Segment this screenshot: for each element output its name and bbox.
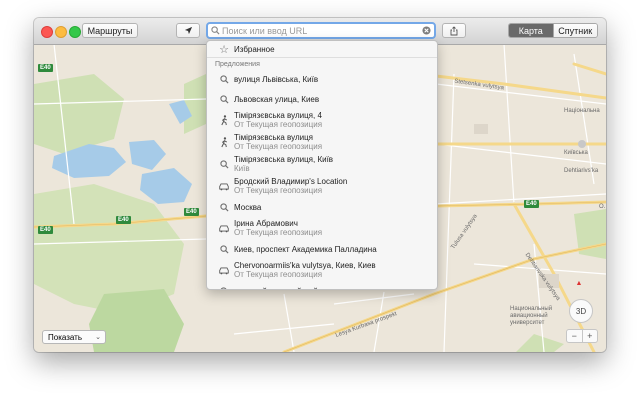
chevron-down-icon: ⌄ (95, 334, 101, 341)
search-icon (217, 157, 231, 171)
suggestion-item[interactable]: вулиця Львівська, Київ (207, 70, 437, 88)
road-shield-e40-4: E40 (524, 200, 539, 208)
road-shield-e40-3: E40 (184, 208, 199, 216)
search-icon (211, 26, 220, 35)
suggestion-subtitle: От Текущая геопозиция (234, 228, 323, 237)
car-icon (217, 221, 231, 235)
show-dropdown-label: Показать (48, 333, 83, 342)
minimize-button[interactable] (55, 26, 67, 38)
suggestion-subtitle: От Текущая геопозиция (234, 270, 323, 279)
share-button[interactable] (442, 23, 466, 38)
road-shield-e40-1: E40 (38, 226, 53, 234)
view-map-button[interactable]: Карта (509, 24, 553, 37)
walk-icon (217, 113, 231, 127)
road-shield-e40-2: E40 (116, 216, 131, 224)
suggestion-subtitle: От Текущая геопозиция (234, 142, 323, 151)
show-dropdown[interactable]: Показать ⌄ (42, 330, 106, 344)
suggestion-title: киевский олимпийский стадион (234, 287, 350, 289)
suggestion-title: вулиця Львівська, Київ (234, 75, 319, 84)
location-arrow-icon (184, 26, 192, 35)
zoom-control: − + (566, 329, 598, 343)
star-icon: ☆ (219, 43, 229, 56)
suggestion-item[interactable]: Москва (207, 198, 437, 216)
suggestion-item[interactable]: Киев, проспект Академика Палладина (207, 240, 437, 258)
search-icon (217, 72, 231, 86)
suggestions-header: Предложения (215, 61, 260, 68)
suggestion-subtitle: От Текущая геопозиция (234, 120, 323, 129)
search-icon (217, 200, 231, 214)
car-icon (217, 263, 231, 277)
zoom-in-button[interactable]: + (583, 330, 598, 342)
suggestion-item[interactable]: Тімірязєвська вулиця, 4 От Текущая геопоз… (207, 110, 437, 130)
search-icon (217, 242, 231, 256)
suggestion-item[interactable]: Тімірязєвська вулиця, Київ Київ (207, 154, 437, 174)
suggestion-item[interactable]: Chervonoarmiis'ka vulytsya, Киев, Киев От… (207, 260, 437, 280)
poi-label-dehtiarivska: Dehtiarivs'ka (564, 168, 599, 174)
suggestion-title: Тімірязєвська вулиця (234, 133, 314, 142)
poi-label-kyivska: Київська (564, 150, 588, 156)
search-input[interactable] (222, 24, 418, 37)
suggestion-title: Бродский Владимир's Location (234, 177, 348, 186)
suggestion-item[interactable]: Ірина Абрамович От Текущая геопозиция (207, 218, 437, 238)
zoom-out-button[interactable]: − (567, 330, 583, 342)
suggestion-title: Москва (234, 203, 262, 212)
search-field[interactable] (206, 22, 436, 39)
maps-window: E40 E40 E40 E40 E40 E40 Stetsenka vulyts… (34, 18, 606, 352)
suggestion-title: Тімірязєвська вулиця, Київ (234, 155, 334, 164)
search-icon (217, 92, 231, 106)
poi-label-na: Національна (564, 108, 600, 114)
close-button[interactable] (41, 26, 53, 38)
poi-label-o: О. (599, 204, 606, 210)
suggestion-subtitle: От Текущая геопозиция (234, 186, 323, 195)
directions-button[interactable]: Маршруты (82, 23, 138, 38)
zoom-button[interactable] (69, 26, 81, 38)
search-icon (217, 284, 231, 289)
clear-icon[interactable] (422, 26, 431, 35)
suggestion-item[interactable]: Львовская улица, Киев (207, 90, 437, 108)
current-location-button[interactable] (176, 23, 200, 38)
suggestion-subtitle: Київ (234, 164, 250, 173)
suggestion-item[interactable]: Бродский Владимир's Location От Текущая г… (207, 176, 437, 196)
walk-icon (217, 135, 231, 149)
share-icon (450, 25, 458, 35)
poi-label-university: Национальный авиационный университет (510, 306, 553, 326)
suggestion-item[interactable]: Тімірязєвська вулиця От Текущая геопозици… (207, 132, 437, 152)
search-suggestions-dropdown: ☆ Избранное Предложения вулиця Львівська… (206, 40, 438, 290)
three-d-button[interactable]: 3D (569, 299, 593, 323)
suggestion-item[interactable]: киевский олимпийский стадион (207, 282, 437, 289)
suggestion-title: Львовская улица, Киев (234, 95, 320, 104)
view-mode-segmented-control: Карта Спутник (508, 23, 598, 38)
three-d-label: 3D (575, 307, 587, 316)
compass-icon[interactable]: ▲ (575, 280, 583, 290)
favorites-row[interactable]: ☆ Избранное (207, 41, 437, 58)
suggestion-title: Chervonoarmiis'ka vulytsya, Киев, Киев (234, 261, 376, 270)
view-satellite-button[interactable]: Спутник (552, 24, 597, 37)
favorites-label: Избранное (234, 45, 275, 54)
road-shield-e40-6: E40 (38, 64, 53, 72)
suggestion-title: Тімірязєвська вулиця, 4 (234, 111, 322, 120)
car-icon (217, 179, 231, 193)
suggestion-title: Ірина Абрамович (234, 219, 298, 228)
suggestion-title: Киев, проспект Академика Палладина (234, 245, 377, 254)
